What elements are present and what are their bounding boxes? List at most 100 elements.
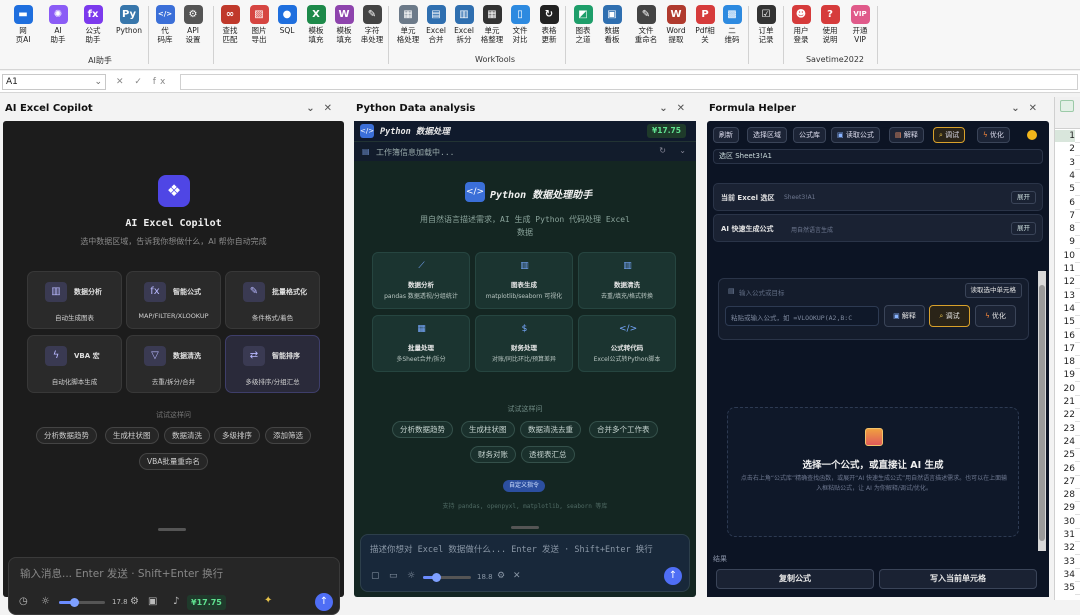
row-number[interactable]: 14 [1055,303,1075,315]
ribbon-button-code[interactable]: </> 代 码库 [150,5,180,44]
folder-icon[interactable]: ▭ [389,571,398,581]
ribbon-button-gear[interactable]: ⚙ API 设置 [178,5,208,44]
toolbar-refresh-button[interactable]: 刷新 [713,127,739,143]
row-number[interactable]: 30 [1055,516,1075,528]
chevron-down-icon[interactable]: ⌄ [659,103,676,114]
ribbon-button-refresh[interactable]: ↻ 表格 更新 [534,5,564,44]
copilot-input[interactable]: 输入消息... Enter 发送 · Shift+Enter 换行 ◷ ☼ 17… [8,557,340,615]
mic-icon[interactable]: ♪ [173,596,179,607]
ribbon-button-ai-spiral[interactable]: ✺ AI 助手 [43,5,73,44]
close-icon[interactable]: ✕ [324,103,341,114]
gear-icon[interactable]: ⚙ [497,571,505,581]
suggestion-chip[interactable]: 数据清洗去重 [520,421,581,438]
ribbon-button-excel[interactable]: X 模板 填充 [301,5,331,44]
row-number[interactable]: 20 [1055,383,1075,395]
row-number[interactable]: 16 [1055,330,1075,342]
suggestion-chip[interactable]: 添加筛选 [265,427,311,444]
resize-handle[interactable] [158,528,186,531]
suggestion-chip[interactable]: 财务对账 [470,446,516,463]
toolbar-explain-button[interactable]: ▤ 解释 [889,127,924,143]
suggestion-chip[interactable]: 生成柱状图 [105,427,159,444]
row-number[interactable]: 34 [1055,569,1075,581]
ribbon-button-help[interactable]: ? 使用 说明 [815,5,845,44]
ribbon-button-word-extract[interactable]: W Word 提取 [661,5,691,44]
python-card[interactable]: </> 公式转代码 Excel公式转Python脚本 [578,315,676,372]
selection-field[interactable]: 选区 Sheet3!A1 [713,149,1043,164]
toolbar-debug-button[interactable]: ⌕ 调试 [933,127,966,143]
row-number[interactable]: 23 [1055,423,1075,435]
row-number[interactable]: 4 [1055,170,1075,182]
sparkle-icon[interactable]: ✦ [264,595,272,606]
ribbon-button-file-compare[interactable]: ▯ 文件 对比 [505,5,535,44]
scrollbar[interactable] [1038,271,1046,561]
current-selection-section[interactable]: 当前 Excel 选区 Sheet3!A1 展开 [713,183,1043,211]
close-icon[interactable]: ✕ [677,103,694,114]
send-button[interactable]: ↑ [664,567,682,585]
row-number[interactable]: 1 [1055,130,1075,142]
row-number[interactable]: 19 [1055,369,1075,381]
row-number[interactable]: 10 [1055,250,1075,262]
ribbon-button-rename[interactable]: ✎ 文件 重命名 [631,5,661,44]
ribbon-button-fx[interactable]: fx 公式 助手 [78,5,108,44]
ribbon-button-qrcode[interactable]: ▩ 二 维码 [717,5,747,44]
row-number[interactable]: 12 [1055,276,1075,288]
name-box[interactable]: A1 ⌄ [2,74,106,90]
optimize-button[interactable]: ϟ 优化 [975,305,1016,327]
copilot-card[interactable]: ▽ 数据清洗 去重/拆分/合并 [126,335,221,393]
ribbon-button-split[interactable]: ▥ Excel 拆分 [449,5,479,44]
row-number[interactable]: 3 [1055,157,1075,169]
ribbon-button-user[interactable]: ☻ 用户 登录 [786,5,816,44]
ribbon-button-binoculars[interactable]: ∞ 查找 匹配 [215,5,245,44]
row-number[interactable]: 21 [1055,396,1075,408]
ribbon-button-vip[interactable]: VIP 开通 VIP [845,5,875,44]
row-number[interactable]: 31 [1055,529,1075,541]
python-card[interactable]: ▥ 图表生成 matplotlib/seaborn 可视化 [475,252,573,309]
row-number[interactable]: 7 [1055,210,1075,222]
chevron-down-icon[interactable]: ⌄ [1011,103,1028,114]
ribbon-button-grid[interactable]: ▦ 单元 格处理 [393,5,423,44]
ai-generate-section[interactable]: AI 快速生成公式 用自然语言生成 展开 [713,214,1043,242]
toolbar-select-range-button[interactable]: 选择区域 [747,127,787,143]
row-number[interactable]: 26 [1055,463,1075,475]
formula-bar-icons[interactable]: ✕ ✓ fx [116,74,169,90]
debug-button[interactable]: ⌕ 调试 [929,305,970,327]
refresh-icon[interactable]: ↻ [659,146,666,155]
toolbar-read-formula-button[interactable]: ▣ 读取公式 [831,127,880,143]
row-number[interactable]: 24 [1055,436,1075,448]
copilot-card[interactable]: ✎ 批量格式化 条件格式/着色 [225,271,320,329]
custom-command-badge[interactable]: 自定义指令 [503,480,546,492]
row-number[interactable]: 18 [1055,356,1075,368]
row-number[interactable]: 8 [1055,223,1075,235]
calendar-icon[interactable]: ▣ [148,596,157,607]
close-icon[interactable]: ✕ [1029,103,1046,114]
temperature-slider[interactable] [423,573,471,582]
ribbon-button-dashboard[interactable]: ▣ 数据 看板 [597,5,627,44]
ribbon-button-pen[interactable]: ✎ 字符 串处理 [357,5,387,44]
ribbon-button-chart[interactable]: ◩ 图表 之道 [568,5,598,44]
row-number[interactable]: 27 [1055,476,1075,488]
chevron-down-icon[interactable]: ⌄ [94,75,102,89]
explain-button[interactable]: ▣ 解释 [884,305,925,327]
formula-input[interactable] [180,74,1078,90]
suggestion-chip[interactable]: 数据清洗 [164,427,210,444]
ribbon-button-merge[interactable]: ▤ Excel 合并 [421,5,451,44]
ribbon-button-database[interactable]: ● SQL [272,5,302,35]
row-number[interactable]: 17 [1055,343,1075,355]
copilot-card[interactable]: ϟ VBA 宏自动化脚本生成 [27,335,122,393]
suggestion-chip[interactable]: 生成柱状图 [461,421,515,438]
expand-button[interactable]: 展开 [1011,222,1036,235]
row-number[interactable]: 22 [1055,409,1075,421]
copy-formula-button[interactable]: 复制公式 [716,569,874,589]
sun-icon[interactable]: ☼ [407,571,415,581]
gear-icon[interactable]: ⚙ [130,596,139,607]
row-number[interactable]: 29 [1055,502,1075,514]
ribbon-button-table[interactable]: ▦ 单元 格整理 [477,5,507,44]
python-card[interactable]: $ 财务处理 对账/同比环比/预算差异 [475,315,573,372]
row-number[interactable]: 28 [1055,489,1075,501]
spreadsheet-grid[interactable]: 1 2 3 4 5 6 7 8 9 10 11 12 13 14 15 16 17 18 19 20 21 22 23 24 2… [1054,97,1080,600]
trash-icon[interactable]: ✕ [513,571,521,581]
python-card[interactable]: ▦ 批量处理 多Sheet合并/拆分 [372,315,470,372]
python-card[interactable]: ▥ 数据清洗 去重/填充/格式转换 [578,252,676,309]
square-icon[interactable]: ▢ [371,571,380,581]
clock-icon[interactable]: ◷ [19,596,28,607]
